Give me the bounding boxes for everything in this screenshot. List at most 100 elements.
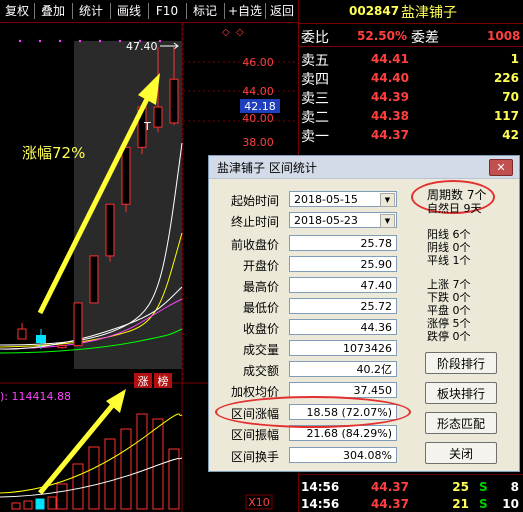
stat-label: 区间振幅	[230, 428, 279, 442]
highlight-oval	[215, 396, 411, 428]
candle	[57, 345, 67, 349]
volume-bar	[136, 413, 148, 510]
close-button[interactable]: 关闭	[425, 442, 497, 464]
volume-bar	[88, 446, 100, 510]
candle	[169, 78, 179, 124]
volume-bar	[168, 448, 180, 510]
stat-value: 25.90	[289, 256, 397, 272]
volume-ma-line	[0, 457, 183, 498]
start-time-label: 起始时间	[230, 194, 279, 208]
stat-label: 区间换手	[230, 450, 279, 464]
tick-price: 44.37	[371, 497, 409, 511]
ask-price: 44.40	[371, 71, 409, 85]
toolbar-separator	[148, 3, 149, 19]
toolbar-mark-button[interactable]: 标记	[188, 0, 222, 22]
ask-label: 卖四	[301, 72, 329, 88]
stat-value: 304.08%	[289, 447, 397, 463]
stat-value: 1073426	[289, 340, 397, 356]
ask-label: 卖一	[301, 129, 329, 145]
toolbar-fuquan-button[interactable]: 复权	[2, 0, 32, 22]
end-time-label: 终止时间	[230, 215, 279, 229]
stat-value: 25.78	[289, 235, 397, 251]
ask-label: 卖五	[301, 53, 329, 69]
toolbar-back-button[interactable]: 返回	[267, 0, 297, 22]
pattern-match-button[interactable]: 形态匹配	[425, 412, 497, 434]
price-axis-label: 46.00	[242, 56, 274, 69]
stat-value: 40.2亿	[289, 361, 397, 377]
ask-price: 44.37	[371, 128, 409, 142]
start-date-value: 2018-05-15	[294, 193, 358, 206]
ask-label: 卖三	[301, 91, 329, 107]
start-date-select[interactable]: 2018-05-15 ▼	[289, 191, 397, 207]
diamond-icon: ◇	[222, 27, 230, 38]
stage-ranking-button[interactable]: 阶段排行	[425, 352, 497, 374]
volume-bar	[35, 498, 45, 510]
volume-scale-label: X10	[248, 496, 270, 509]
chevron-down-icon[interactable]: ▼	[380, 214, 395, 228]
ask-volume: 70	[502, 90, 519, 104]
chart-toolbar: 复权 叠加 统计 画线 F10 标记 +自选 返回	[0, 0, 298, 23]
tick-time: 14:56	[301, 497, 340, 511]
stat-label: 收盘价	[242, 322, 279, 336]
volume-bar	[72, 463, 84, 510]
weicha-value: 1008	[487, 29, 521, 43]
close-icon[interactable]: ✕	[489, 159, 513, 176]
limit-up-mark: 榜	[158, 374, 169, 388]
price-axis-label: 44.00	[242, 85, 274, 98]
volume-value-label: ): 114414.88	[0, 390, 71, 403]
ask-price: 44.41	[371, 52, 409, 66]
candle	[153, 106, 163, 128]
chevron-down-icon[interactable]: ▼	[380, 193, 395, 207]
quote-header: 002847 盐津铺子	[299, 0, 523, 22]
stat-label: 最高价	[242, 280, 279, 294]
candle	[105, 203, 115, 257]
gain-annotation: 涨幅72%	[22, 144, 85, 162]
toolbar-separator	[224, 3, 225, 19]
toolbar-stats-button[interactable]: 统计	[74, 0, 108, 22]
stat-label: 开盘价	[242, 259, 279, 273]
toolbar-separator	[72, 3, 73, 19]
toolbar-overlay-button[interactable]: 叠加	[36, 0, 70, 22]
end-date-value: 2018-05-23	[294, 214, 358, 227]
tick-time: 14:56	[301, 480, 340, 494]
candle	[17, 328, 27, 340]
ask-volume: 226	[493, 71, 519, 85]
ask-label: 卖二	[301, 110, 329, 126]
t-marker: T	[143, 120, 151, 133]
toolbar-draw-button[interactable]: 画线	[112, 0, 146, 22]
toolbar-f10-button[interactable]: F10	[150, 0, 184, 22]
price-axis-label: 38.00	[242, 136, 274, 149]
dialog-title: 盐津铺子 区间统计	[217, 161, 317, 175]
weibi-value: 52.50%	[357, 29, 407, 43]
weibi-label: 委比	[301, 30, 329, 46]
toolbar-add-watchlist-button[interactable]: +自选	[226, 0, 264, 22]
limit-up-mark: 涨	[138, 375, 149, 388]
stock-code: 002847	[349, 4, 400, 18]
range-stats-dialog: 盐津铺子 区间统计 ✕ 起始时间 2018-05-15 ▼ 终止时间 2018-…	[208, 155, 520, 472]
ask-volume: 117	[493, 109, 519, 123]
ask-price: 44.38	[371, 109, 409, 123]
toolbar-separator	[186, 3, 187, 19]
weicha-label: 委差	[411, 30, 439, 46]
candle	[89, 255, 99, 304]
stat-label: 成交额	[242, 364, 279, 378]
diamond-icon: ◇	[236, 27, 244, 38]
candle	[73, 302, 83, 347]
toolbar-separator	[265, 3, 266, 19]
ask-price: 44.39	[371, 90, 409, 104]
volume-bar	[104, 438, 116, 510]
stat-label: 最低价	[242, 301, 279, 315]
volume-bar	[23, 500, 33, 510]
selection-range-shade	[74, 41, 182, 369]
volume-bar	[47, 496, 57, 510]
stock-name: 盐津铺子	[401, 5, 457, 21]
sector-ranking-button[interactable]: 板块排行	[425, 382, 497, 404]
tick-price: 44.37	[371, 480, 409, 494]
tick-count: 10	[502, 497, 519, 511]
stat-value: 47.40	[289, 277, 397, 293]
dialog-titlebar[interactable]: 盐津铺子 区间统计 ✕	[209, 156, 519, 179]
volume-ma-line	[0, 413, 183, 494]
price-axis-label: 40.00	[242, 112, 274, 125]
toolbar-separator	[34, 3, 35, 19]
end-date-select[interactable]: 2018-05-23 ▼	[289, 212, 397, 228]
